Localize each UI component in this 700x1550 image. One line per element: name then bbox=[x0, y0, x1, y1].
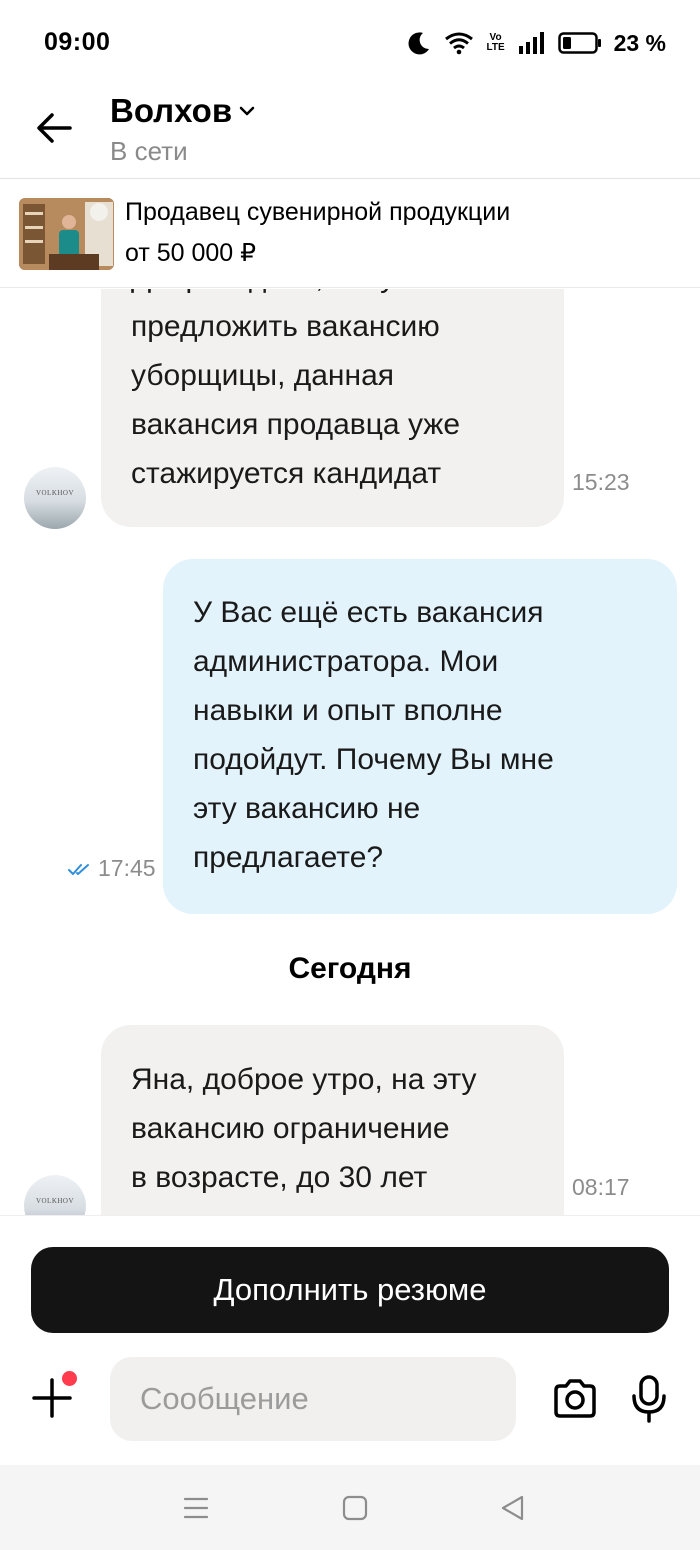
message-line: предложить вакансию bbox=[131, 310, 440, 343]
chat-title-button[interactable]: Волхов bbox=[110, 92, 256, 130]
status-bar: 09:00 Vo LTE 23 % bbox=[0, 0, 700, 84]
message-line: эту вакансию не bbox=[193, 792, 421, 825]
chevron-down-icon bbox=[239, 106, 255, 116]
message-line: Яна, доброе утро, на эту bbox=[131, 1063, 477, 1096]
volte-indicator: Vo LTE bbox=[486, 33, 506, 53]
date-divider: Сегодня bbox=[288, 952, 412, 985]
message-time: 08:17 bbox=[572, 1174, 630, 1200]
message-line: Добрый день, могу bbox=[131, 289, 534, 302]
online-status: В сети bbox=[110, 136, 188, 166]
message-line: вакансию ограничение bbox=[131, 1112, 450, 1145]
incoming-message[interactable]: Добрый день, могу предложить вакансию уб… bbox=[101, 289, 564, 527]
message-line: стажируется кандидат bbox=[131, 457, 442, 490]
message-line: У Вас ещё есть вакансия bbox=[193, 596, 544, 629]
notification-dot bbox=[62, 1371, 77, 1386]
wifi-icon bbox=[444, 32, 473, 55]
incoming-message[interactable]: Яна, доброе утро, на эту вакансию ограни… bbox=[101, 1025, 564, 1215]
outgoing-message[interactable]: У Вас ещё есть вакансия администратора. … bbox=[163, 559, 677, 914]
vacancy-card[interactable]: Продавец сувенирной продукции от 50 000 … bbox=[0, 180, 700, 288]
menu-icon[interactable] bbox=[181, 1493, 211, 1523]
avatar[interactable]: VOLKHOV bbox=[24, 467, 86, 529]
composer-area: Дополнить резюме Сообщение bbox=[0, 1215, 700, 1465]
update-resume-button[interactable]: Дополнить резюме bbox=[31, 1247, 669, 1333]
microphone-icon[interactable] bbox=[629, 1374, 669, 1424]
message-line: вакансия продавца уже bbox=[131, 408, 461, 441]
message-time: 15:23 bbox=[572, 469, 630, 495]
message-list[interactable]: Добрый день, могу предложить вакансию уб… bbox=[0, 289, 700, 1215]
status-icons: Vo LTE 23 % bbox=[406, 28, 666, 58]
avatar[interactable]: VOLKHOV bbox=[24, 1175, 86, 1215]
vacancy-salary: от 50 000 ₽ bbox=[125, 239, 257, 267]
battery-percentage: 23 % bbox=[613, 29, 666, 56]
vacancy-thumbnail bbox=[19, 198, 114, 270]
home-icon[interactable] bbox=[340, 1493, 370, 1523]
back-arrow-icon bbox=[37, 113, 72, 143]
system-navigation-bar bbox=[0, 1465, 700, 1550]
volte-label: Vo LTE bbox=[486, 32, 505, 53]
chat-title: Волхов bbox=[110, 92, 233, 129]
message-line: уборщицы, данная bbox=[131, 359, 394, 392]
battery-icon bbox=[557, 32, 601, 54]
vacancy-title: Продавец сувенирной продукции bbox=[125, 198, 511, 226]
avatar-logo-text: VOLKHOV bbox=[35, 489, 75, 497]
status-time: 09:00 bbox=[44, 28, 111, 56]
moon-icon bbox=[408, 32, 429, 55]
message-line: навыки и опыт вполне bbox=[193, 694, 503, 727]
camera-icon[interactable] bbox=[552, 1376, 598, 1422]
back-button[interactable] bbox=[32, 106, 76, 150]
chat-header: Волхов В сети bbox=[0, 84, 700, 179]
message-line: администратора. Мои bbox=[193, 645, 499, 678]
message-line: предлагаете? bbox=[193, 841, 384, 874]
double-check-icon bbox=[68, 864, 89, 875]
message-time: 17:45 bbox=[98, 855, 156, 881]
message-line: в возрасте, до 30 лет bbox=[131, 1161, 428, 1194]
message-placeholder: Сообщение bbox=[140, 1381, 309, 1416]
signal-icon bbox=[518, 32, 544, 54]
message-line: подойдут. Почему Вы мне bbox=[193, 743, 554, 776]
message-input[interactable]: Сообщение bbox=[110, 1357, 516, 1441]
back-triangle-icon[interactable] bbox=[498, 1493, 528, 1523]
avatar-logo-text: VOLKHOV bbox=[35, 1197, 75, 1205]
